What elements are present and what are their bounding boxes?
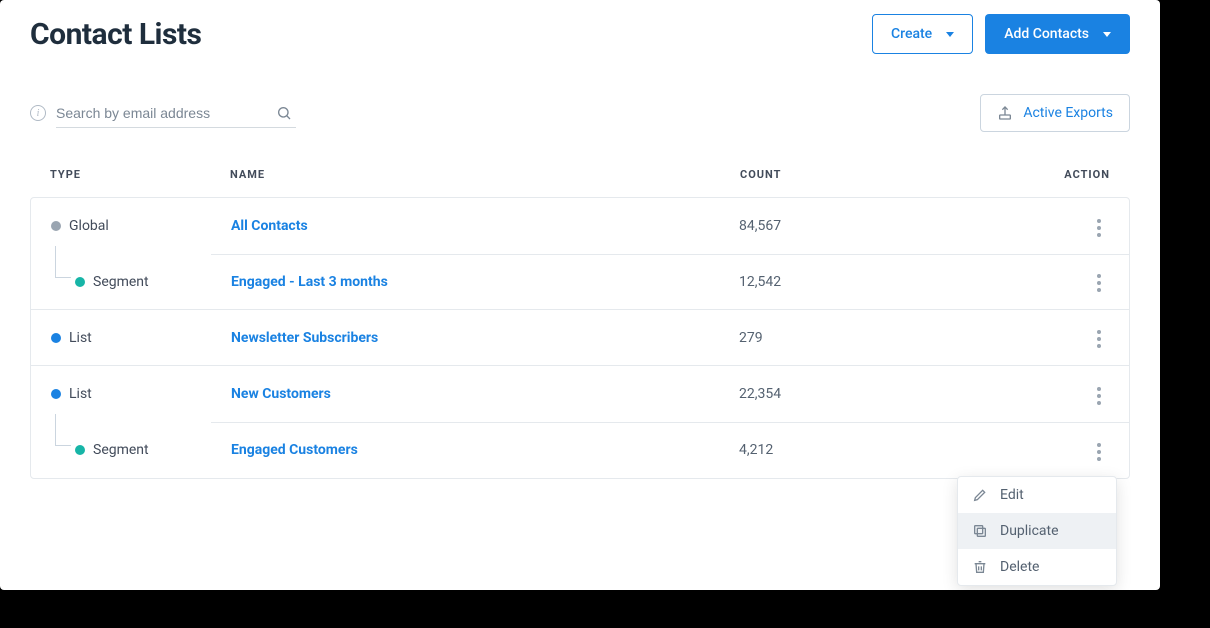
count-value: 4,212 <box>739 442 999 458</box>
list-name-link[interactable]: New Customers <box>231 386 739 402</box>
chevron-down-icon <box>1103 32 1111 37</box>
search-icon[interactable] <box>276 105 292 121</box>
row-actions-button[interactable] <box>1089 211 1109 245</box>
trash-icon <box>972 559 988 575</box>
tree-line-icon <box>55 414 71 446</box>
count-value: 12,542 <box>739 274 999 290</box>
add-contacts-button[interactable]: Add Contacts <box>985 14 1130 54</box>
dot-icon <box>51 221 61 231</box>
dot-icon <box>75 445 85 455</box>
search-input[interactable] <box>56 99 296 128</box>
th-count: COUNT <box>740 168 1000 181</box>
row-actions-button[interactable] <box>1089 435 1109 469</box>
menu-item-label: Delete <box>1000 559 1039 575</box>
menu-item-delete[interactable]: Delete <box>958 549 1116 585</box>
th-type: TYPE <box>50 168 230 181</box>
row-actions-button[interactable] <box>1089 322 1109 356</box>
count-value: 279 <box>739 330 999 346</box>
pencil-icon <box>972 487 988 503</box>
list-name-link[interactable]: All Contacts <box>231 218 739 234</box>
table-row: Segment Engaged - Last 3 months 12,542 <box>31 254 1129 310</box>
table-row: List New Customers 22,354 <box>31 366 1129 422</box>
th-name: NAME <box>230 168 740 181</box>
list-name-link[interactable]: Engaged Customers <box>231 442 739 458</box>
list-name-link[interactable]: Newsletter Subscribers <box>231 330 739 346</box>
list-name-link[interactable]: Engaged - Last 3 months <box>231 274 739 290</box>
row-actions-button[interactable] <box>1089 379 1109 413</box>
table-row: Global All Contacts 84,567 <box>31 198 1129 254</box>
type-label: Segment <box>93 274 149 290</box>
row-actions-button[interactable] <box>1089 266 1109 300</box>
type-label: List <box>69 386 92 402</box>
tree-line-icon <box>55 246 71 278</box>
add-contacts-label: Add Contacts <box>1004 26 1089 42</box>
row-actions-menu: Edit Duplicate Delete <box>957 476 1117 586</box>
page-title: Contact Lists <box>30 17 201 52</box>
dot-icon <box>51 389 61 399</box>
create-button-label: Create <box>891 26 932 42</box>
dot-icon <box>75 277 85 287</box>
active-exports-label: Active Exports <box>1023 105 1113 121</box>
menu-item-edit[interactable]: Edit <box>958 477 1116 513</box>
active-exports-button[interactable]: Active Exports <box>980 94 1130 132</box>
menu-item-duplicate[interactable]: Duplicate <box>958 513 1116 549</box>
type-label: Segment <box>93 442 149 458</box>
th-action: ACTION <box>1000 168 1110 181</box>
info-icon: i <box>30 105 46 121</box>
menu-item-label: Edit <box>1000 487 1024 503</box>
dot-icon <box>51 333 61 343</box>
table-row: List Newsletter Subscribers 279 <box>31 310 1129 366</box>
create-button[interactable]: Create <box>872 14 973 54</box>
duplicate-icon <box>972 523 988 539</box>
count-value: 84,567 <box>739 218 999 234</box>
chevron-down-icon <box>946 32 954 37</box>
export-icon <box>997 105 1013 121</box>
table-row: Segment Engaged Customers 4,212 <box>31 422 1129 478</box>
type-label: List <box>69 330 92 346</box>
menu-item-label: Duplicate <box>1000 523 1059 539</box>
count-value: 22,354 <box>739 386 999 402</box>
type-label: Global <box>69 218 109 234</box>
